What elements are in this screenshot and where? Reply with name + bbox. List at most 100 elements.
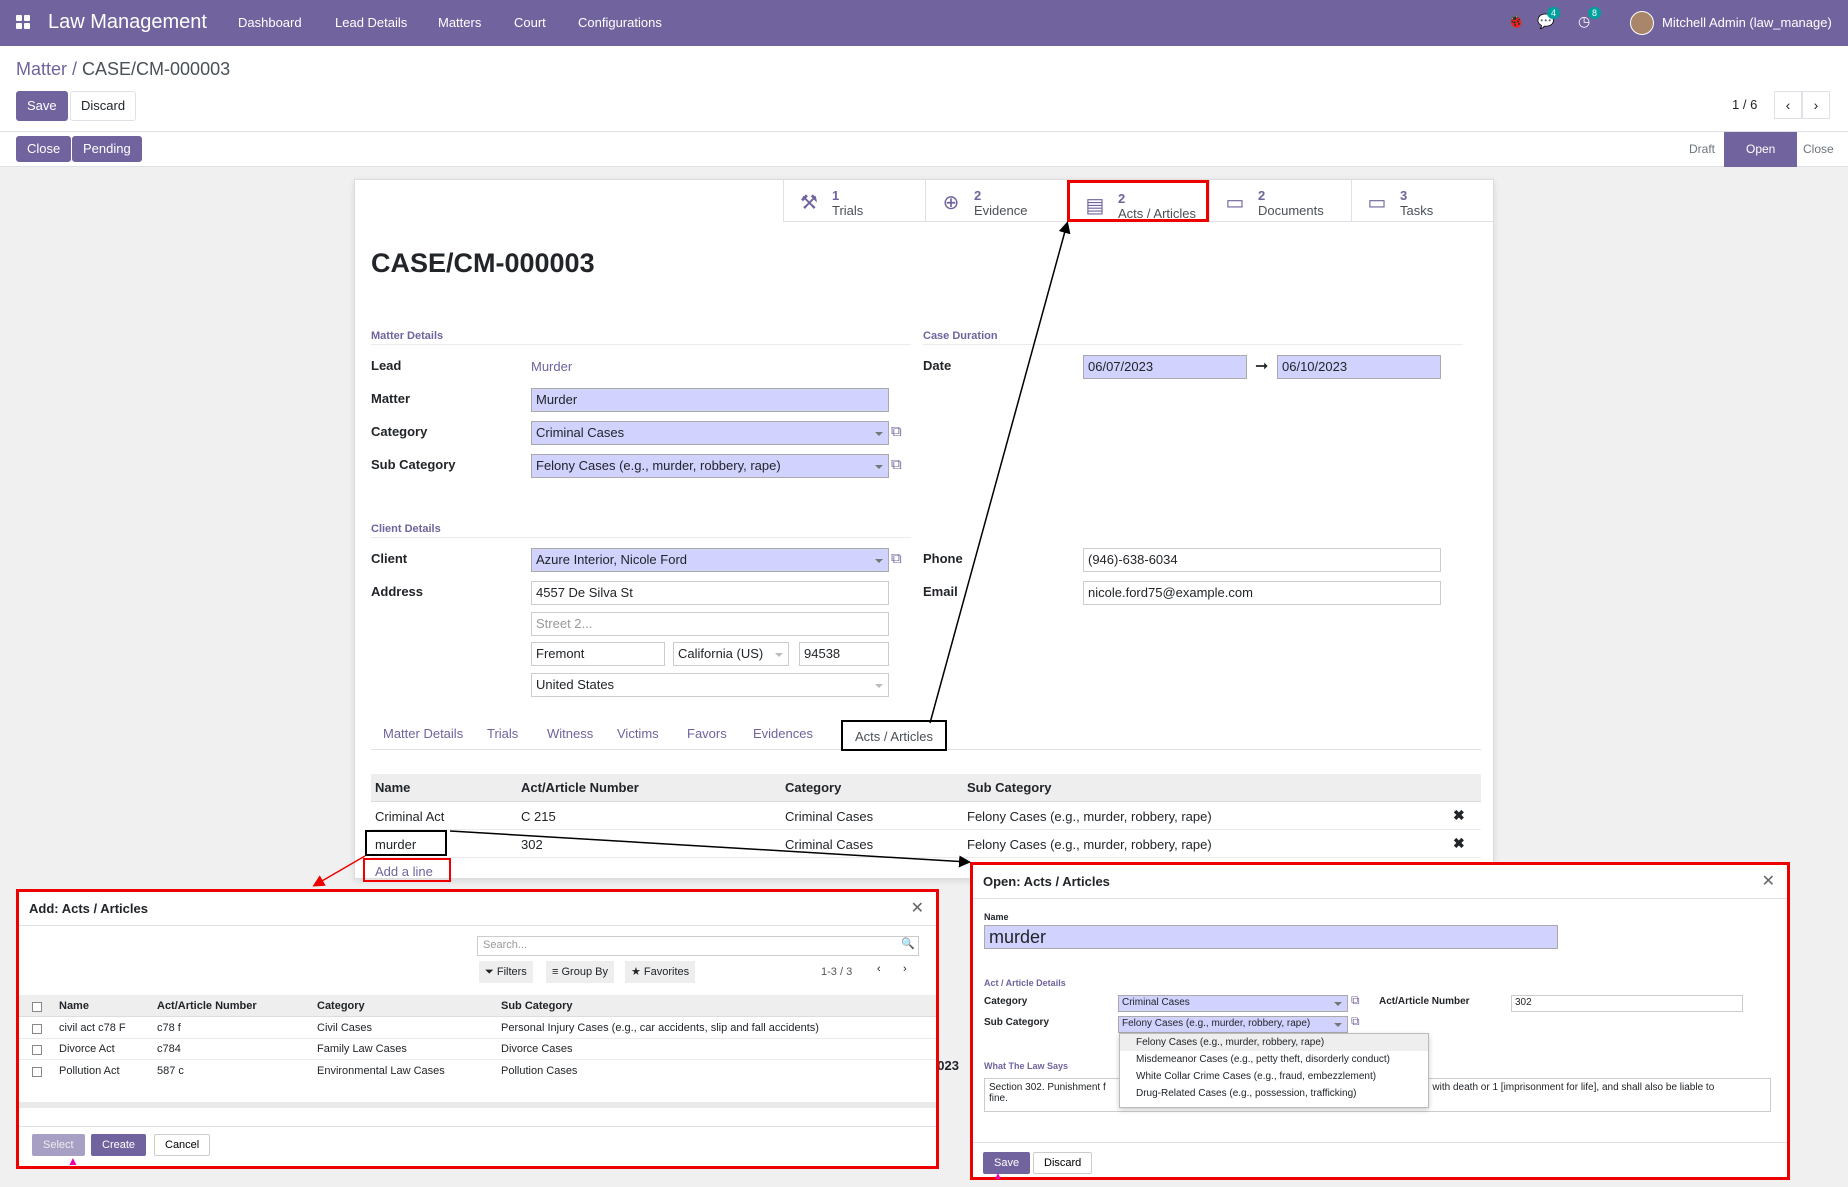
country-select[interactable]: United States	[531, 673, 889, 697]
table-cell[interactable]: Environmental Law Cases	[317, 1065, 445, 1077]
menu-matters[interactable]: Matters	[438, 15, 481, 30]
tab-witness[interactable]: Witness	[547, 726, 593, 741]
stage-open[interactable]: Open	[1724, 132, 1798, 167]
save-button[interactable]: Save	[16, 91, 68, 121]
dialog-save-button[interactable]: Save	[983, 1152, 1031, 1174]
table-cell[interactable]: 302	[521, 837, 543, 852]
filters-button[interactable]: ⏷ Filters	[479, 961, 533, 983]
table-cell[interactable]: civil act c78 F	[59, 1022, 126, 1034]
table-cell[interactable]: Personal Injury Cases (e.g., car acciden…	[501, 1022, 819, 1034]
menu-court[interactable]: Court	[514, 15, 546, 30]
table-cell[interactable]: C 215	[521, 809, 556, 824]
table-cell[interactable]: c78 f	[157, 1022, 181, 1034]
category-select[interactable]: Criminal Cases	[1118, 995, 1348, 1012]
row-checkbox[interactable]	[32, 1067, 42, 1077]
tab-acts-articles[interactable]: Acts / Articles	[841, 720, 948, 751]
create-button[interactable]: Create	[91, 1134, 147, 1156]
table-cell[interactable]: Criminal Cases	[785, 837, 873, 852]
cancel-button[interactable]: Cancel	[154, 1134, 211, 1156]
pager-value[interactable]: 1 / 6	[1732, 97, 1757, 112]
col-number[interactable]: Act/Article Number	[521, 774, 639, 802]
tab-favors[interactable]: Favors	[687, 726, 727, 741]
smart-button-tasks[interactable]: ▭ 3 Tasks	[1351, 180, 1493, 222]
external-link-icon[interactable]: ⧉	[1351, 993, 1360, 1008]
row-checkbox[interactable]	[32, 1045, 42, 1055]
table-cell[interactable]: Felony Cases (e.g., murder, robbery, rap…	[967, 809, 1212, 824]
external-link-icon[interactable]: ⧉	[891, 423, 909, 440]
table-cell[interactable]: Criminal Act	[375, 809, 444, 824]
state-select[interactable]: California (US)	[673, 642, 789, 666]
external-link-icon[interactable]: ⧉	[1351, 1014, 1360, 1029]
horizontal-scrollbar[interactable]	[19, 1102, 936, 1108]
end-date-field[interactable]: 06/10/2023	[1277, 355, 1441, 379]
table-cell[interactable]: Family Law Cases	[317, 1043, 407, 1055]
tab-trials[interactable]: Trials	[487, 726, 518, 741]
dropdown-option[interactable]: Felony Cases (e.g., murder, robbery, rap…	[1120, 1034, 1428, 1051]
table-cell[interactable]: Divorce Cases	[501, 1043, 573, 1055]
row-checkbox[interactable]	[32, 1024, 42, 1034]
tab-evidences[interactable]: Evidences	[753, 726, 813, 741]
user-menu[interactable]: Mitchell Admin (law_manage)	[1662, 15, 1832, 30]
search-input[interactable]: Search...	[477, 936, 919, 956]
smart-button-evidence[interactable]: ⊕ 2 Evidence	[925, 180, 1067, 222]
col-number[interactable]: Act/Article Number	[157, 1000, 257, 1012]
act-number-field[interactable]: 302	[1511, 995, 1743, 1012]
stage-draft[interactable]: Draft	[1689, 132, 1715, 167]
category-select[interactable]: Criminal Cases	[531, 421, 889, 445]
col-name[interactable]: Name	[375, 774, 410, 802]
street-field[interactable]: 4557 De Silva St	[531, 581, 889, 605]
table-cell[interactable]: Felony Cases (e.g., murder, robbery, rap…	[967, 837, 1212, 852]
city-field[interactable]: Fremont	[531, 642, 665, 666]
external-link-icon[interactable]: ⧉	[891, 550, 909, 567]
search-icon[interactable]: 🔍	[901, 937, 915, 950]
discard-button[interactable]: Discard	[70, 91, 137, 121]
name-field[interactable]: murder	[984, 925, 1558, 949]
menu-lead-details[interactable]: Lead Details	[335, 15, 407, 30]
table-cell[interactable]: Criminal Cases	[785, 809, 873, 824]
dialog-pager[interactable]: 1-3 / 3	[821, 966, 852, 978]
pager-next-icon[interactable]: ›	[1802, 91, 1830, 119]
select-button[interactable]: Select	[32, 1134, 85, 1156]
table-cell[interactable]: 587 c	[157, 1065, 184, 1077]
subcategory-select[interactable]: Felony Cases (e.g., murder, robbery, rap…	[531, 454, 889, 478]
start-date-field[interactable]: 06/07/2023	[1083, 355, 1247, 379]
group-by-button[interactable]: ≡ Group By	[546, 961, 614, 983]
smart-button-documents[interactable]: ▭ 2 Documents	[1209, 180, 1351, 222]
menu-dashboard[interactable]: Dashboard	[238, 15, 302, 30]
dropdown-option[interactable]: Misdemeanor Cases (e.g., petty theft, di…	[1120, 1051, 1428, 1068]
street2-field[interactable]: Street 2...	[531, 612, 889, 636]
phone-field[interactable]: (946)-638-6034	[1083, 548, 1441, 572]
app-brand[interactable]: Law Management	[48, 11, 207, 34]
chat-icon[interactable]: 💬 4	[1537, 7, 1561, 30]
table-cell[interactable]: Pollution Cases	[501, 1065, 577, 1077]
apps-menu-icon[interactable]	[16, 15, 31, 30]
select-all-checkbox[interactable]	[32, 1002, 42, 1012]
dropdown-option[interactable]: White Collar Crime Cases (e.g., fraud, e…	[1120, 1068, 1428, 1085]
subcategory-select[interactable]: Felony Cases (e.g., murder, robbery, rap…	[1118, 1016, 1348, 1033]
pager-next-icon[interactable]: ›	[903, 963, 907, 975]
table-cell[interactable]: Divorce Act	[59, 1043, 115, 1055]
menu-configurations[interactable]: Configurations	[578, 15, 662, 30]
table-cell[interactable]: Civil Cases	[317, 1022, 372, 1034]
pending-button[interactable]: Pending	[72, 136, 142, 162]
col-category[interactable]: Category	[785, 774, 841, 802]
table-cell[interactable]: c784	[157, 1043, 181, 1055]
email-field[interactable]: nicole.ford75@example.com	[1083, 581, 1441, 605]
favorites-button[interactable]: ★ Favorites	[625, 961, 696, 983]
stage-close[interactable]: Close	[1803, 132, 1834, 167]
debug-bug-icon[interactable]: 🐞	[1507, 13, 1524, 30]
zip-field[interactable]: 94538	[799, 642, 889, 666]
delete-row-icon[interactable]: ✖	[1453, 835, 1465, 852]
user-avatar[interactable]	[1630, 11, 1654, 35]
lead-link[interactable]: Murder	[531, 359, 572, 374]
smart-button-trials[interactable]: ⚒ 1 Trials	[783, 180, 925, 222]
close-icon[interactable]: ✕	[911, 898, 924, 918]
client-select[interactable]: Azure Interior, Nicole Ford	[531, 548, 889, 572]
dialog-discard-button[interactable]: Discard	[1033, 1152, 1093, 1174]
close-icon[interactable]: ✕	[1762, 871, 1775, 891]
tab-victims[interactable]: Victims	[617, 726, 659, 741]
col-name[interactable]: Name	[59, 1000, 89, 1012]
pager-prev-icon[interactable]: ‹	[877, 963, 881, 975]
smart-button-acts-articles[interactable]: ▤ 2 Acts / Articles	[1067, 180, 1209, 222]
col-subcategory[interactable]: Sub Category	[967, 774, 1052, 802]
